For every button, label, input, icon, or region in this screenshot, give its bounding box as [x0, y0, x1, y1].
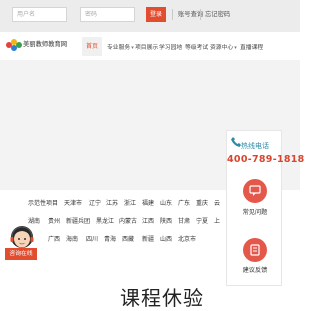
region-link[interactable]: 黑龙江: [96, 218, 114, 226]
contact-sidebar: 热线电话 400-789-1818 常见问题 建议反馈: [226, 130, 305, 286]
region-link[interactable]: 江苏: [106, 200, 118, 208]
region-link[interactable]: 北京市: [178, 236, 196, 244]
section-title: 课程休验: [120, 286, 204, 310]
logo-text: 美丽教师教育网: [23, 41, 68, 48]
site-logo[interactable]: 美丽教师教育网: [6, 38, 70, 52]
region-link[interactable]: 福建: [142, 200, 154, 208]
region-link[interactable]: 内蒙古: [119, 218, 137, 226]
nav-item-services[interactable]: 专业服务: [107, 44, 134, 52]
nav-item-resources[interactable]: 资源中心: [210, 44, 237, 52]
region-link[interactable]: 云: [214, 200, 220, 208]
region-link[interactable]: 浙江: [124, 200, 136, 208]
region-link[interactable]: 广东: [178, 200, 190, 208]
region-link[interactable]: 示范性项目: [28, 200, 58, 208]
top-bar: 用户名 密码 登录 账号查询 忘记密码: [0, 0, 300, 32]
online-consult-button[interactable]: 咨询在线: [5, 248, 37, 260]
faq-label[interactable]: 常见问题: [227, 207, 283, 216]
hotline-number: 400-789-1818: [227, 154, 305, 165]
region-link[interactable]: 山西: [160, 236, 172, 244]
faq-icon: [249, 185, 261, 196]
feedback-icon: [250, 244, 260, 256]
feedback-label[interactable]: 建议反馈: [227, 265, 283, 274]
divider: [172, 9, 173, 20]
region-link[interactable]: 新疆兵团: [66, 218, 90, 226]
region-link[interactable]: 江西: [142, 218, 154, 226]
region-link[interactable]: 海南: [66, 236, 78, 244]
nav-item-exam[interactable]: 等级考试: [185, 44, 208, 52]
logo-icon: [6, 38, 22, 52]
region-link[interactable]: 西藏: [122, 236, 134, 244]
region-link[interactable]: 辽宁: [89, 200, 101, 208]
divider: [200, 9, 201, 20]
region-link[interactable]: 上: [214, 218, 220, 226]
forgot-password-link[interactable]: 忘记密码: [205, 9, 230, 20]
region-link[interactable]: 四川: [86, 236, 98, 244]
faq-button[interactable]: [243, 179, 267, 203]
hotline-label: 热线电话: [241, 142, 269, 150]
feedback-button[interactable]: [243, 238, 267, 262]
nav-home[interactable]: 首页: [82, 37, 102, 56]
nav-item-projects[interactable]: 项目展示: [135, 44, 158, 52]
region-link[interactable]: 重庆: [196, 200, 208, 208]
main-nav: 美丽教师教育网 首页 专业服务 项目展示 学习园地 等级考试 资源中心 直播课程: [0, 32, 300, 60]
region-link[interactable]: 新疆: [142, 236, 154, 244]
region-link[interactable]: 陕西: [160, 218, 172, 226]
region-link[interactable]: 宁夏: [196, 218, 208, 226]
nav-item-live[interactable]: 直播课程: [240, 44, 263, 52]
region-link[interactable]: 甘肃: [178, 218, 190, 226]
region-link[interactable]: 青海: [104, 236, 116, 244]
region-link[interactable]: 天津市: [64, 200, 82, 208]
login-button[interactable]: 登录: [146, 7, 166, 22]
username-input[interactable]: 用户名: [12, 7, 67, 22]
nav-item-study[interactable]: 学习园地: [159, 44, 182, 52]
region-link[interactable]: 广西: [48, 236, 60, 244]
region-link[interactable]: 贵州: [48, 218, 60, 226]
password-input[interactable]: 密码: [80, 7, 135, 22]
region-link[interactable]: 山东: [160, 200, 172, 208]
